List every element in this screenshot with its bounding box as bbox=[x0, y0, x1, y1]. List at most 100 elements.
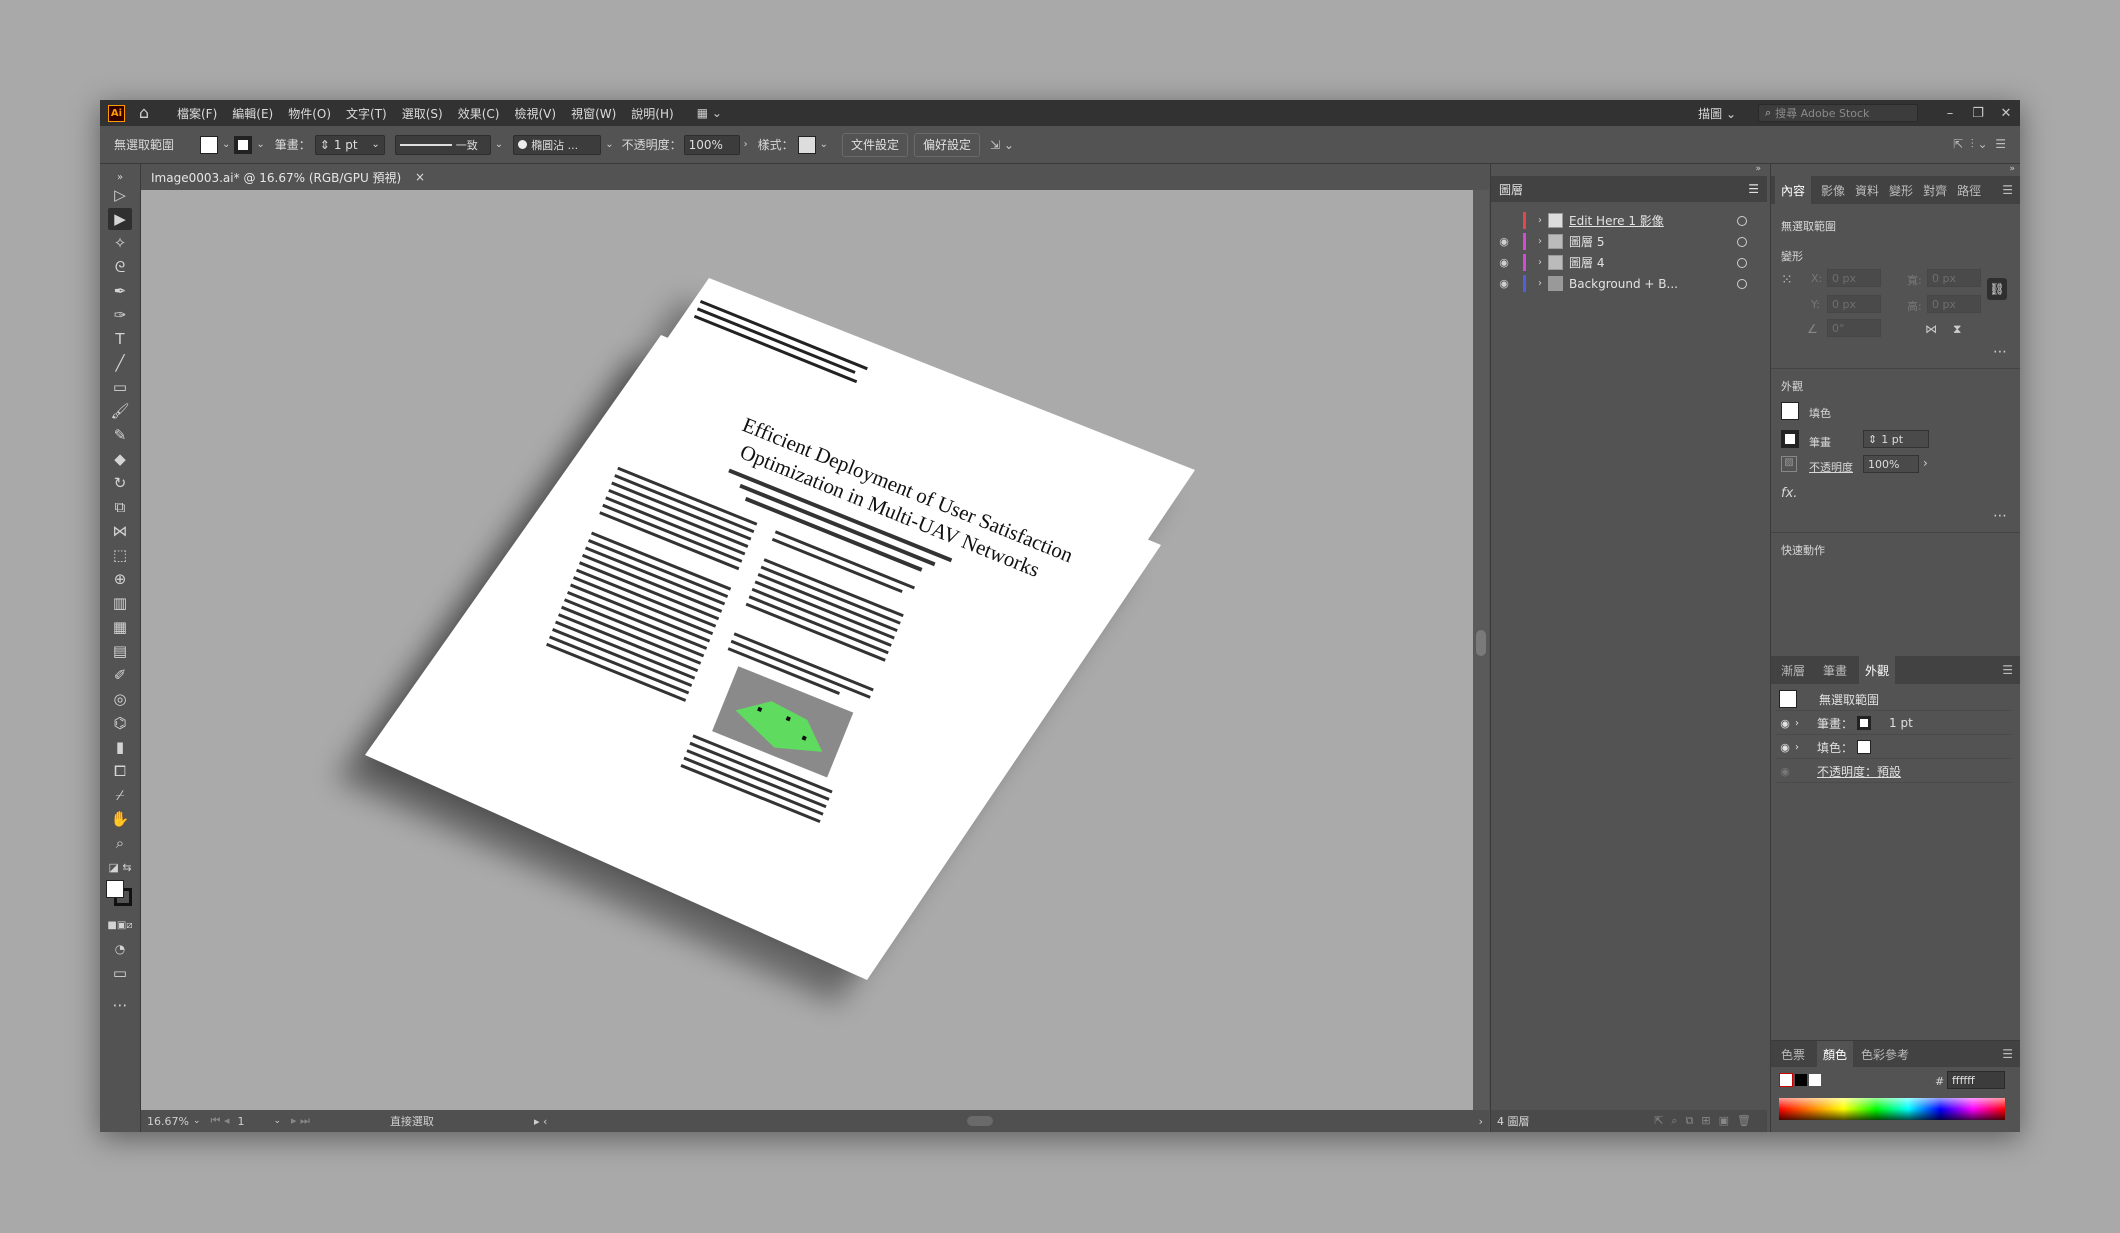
shaper-tool-icon[interactable]: ✎ bbox=[108, 424, 132, 446]
width-tool-icon[interactable]: ⋈ bbox=[108, 520, 132, 542]
magic-wand-icon[interactable]: ✧ bbox=[108, 232, 132, 254]
color-none-gradient-icon[interactable]: ■▣⧄ bbox=[107, 914, 132, 936]
stroke-swatch[interactable] bbox=[1857, 716, 1872, 730]
scale-tool-icon[interactable]: ⧉ bbox=[108, 496, 132, 518]
panel-menu-icon[interactable]: ☰ bbox=[2002, 183, 2013, 197]
black-swatch[interactable] bbox=[1795, 1074, 1807, 1086]
slice-tool-icon[interactable]: ⌿ bbox=[108, 784, 132, 806]
color-spectrum[interactable] bbox=[1779, 1098, 2005, 1120]
canvas[interactable]: Efficient Deployment of User Satisfactio… bbox=[141, 190, 1473, 1110]
tab-image[interactable]: 影像 bbox=[1821, 182, 1845, 199]
tab-appearance[interactable]: 外觀 bbox=[1859, 655, 1896, 685]
appearance-row[interactable]: 無選取範圍 bbox=[1775, 688, 2011, 711]
workspace-switcher[interactable]: 描圖 ⌄ bbox=[1698, 105, 1736, 122]
tab-gradient[interactable]: 漸層 bbox=[1781, 662, 1805, 679]
symbol-sprayer-icon[interactable]: ⌬ bbox=[108, 712, 132, 734]
layer-row[interactable]: ◉ › 圖層 5 bbox=[1491, 231, 1767, 252]
flip-vertical-icon[interactable]: ⧗ bbox=[1953, 322, 1961, 337]
arrange-documents-icon[interactable]: ▦ ⌄ bbox=[697, 106, 722, 120]
width-field[interactable]: 0 px bbox=[1927, 269, 1981, 287]
collapse-icon[interactable]: » bbox=[1491, 164, 1767, 176]
type-tool-icon[interactable]: T bbox=[108, 328, 132, 350]
preferences-button[interactable]: 偏好設定 bbox=[914, 132, 981, 157]
shape-builder-icon[interactable]: ⊕ bbox=[108, 568, 132, 590]
chevron-down-icon[interactable]: ⌄ bbox=[605, 139, 613, 150]
menu-type[interactable]: 文字(T) bbox=[346, 105, 387, 122]
layer-name[interactable]: 圖層 4 bbox=[1569, 254, 1604, 271]
y-field[interactable]: 0 px bbox=[1827, 295, 1881, 313]
fill-stroke-swatch[interactable] bbox=[106, 880, 134, 908]
pen-tool-icon[interactable]: ✒ bbox=[108, 280, 132, 302]
appearance-row[interactable]: ◉ › 填色： bbox=[1775, 736, 2011, 759]
chevron-down-icon[interactable]: ⌄ bbox=[371, 139, 379, 150]
layer-name[interactable]: Edit Here 1 影像 bbox=[1569, 212, 1664, 229]
layer-name[interactable]: Background + B... bbox=[1569, 277, 1678, 291]
opacity-label[interactable]: 不透明度 bbox=[1809, 459, 1853, 475]
tab-swatches[interactable]: 色票 bbox=[1781, 1046, 1805, 1063]
layer-name[interactable]: 圖層 5 bbox=[1569, 233, 1604, 250]
hex-input[interactable]: ffffff bbox=[1947, 1071, 2005, 1089]
style-swatch[interactable] bbox=[797, 135, 816, 154]
draw-mode-icon[interactable]: ◔ bbox=[108, 938, 132, 960]
fx-icon[interactable]: fx. bbox=[1781, 486, 1797, 501]
menu-help[interactable]: 說明(H) bbox=[631, 105, 673, 122]
stroke-swatch[interactable] bbox=[1781, 430, 1799, 448]
menu-file[interactable]: 檔案(F) bbox=[177, 105, 217, 122]
expand-arrow-icon[interactable]: › bbox=[1532, 215, 1548, 226]
stroke-weight-field[interactable]: ⇕ 1 pt ⌄ bbox=[314, 134, 385, 155]
expand-arrow-icon[interactable]: › bbox=[1795, 742, 1811, 753]
chevron-right-icon[interactable]: › bbox=[744, 139, 748, 150]
document-tab[interactable]: Image0003.ai* @ 16.67% (RGB/GPU 預視) × bbox=[141, 164, 433, 190]
tab-transform[interactable]: 變形 bbox=[1889, 182, 1913, 199]
fill-swatch[interactable] bbox=[200, 135, 218, 154]
chevron-down-icon[interactable]: ⌄ bbox=[495, 139, 503, 150]
layer-row[interactable]: › Edit Here 1 影像 bbox=[1491, 210, 1767, 231]
chevron-down-icon[interactable]: ⌄ bbox=[256, 139, 264, 150]
layers-panel-title[interactable]: 圖層 bbox=[1499, 181, 1523, 198]
more-tools-icon[interactable]: ⋯ bbox=[108, 994, 132, 1016]
default-colors-icon[interactable]: ◪ ⇆ bbox=[108, 856, 132, 878]
appearance-row[interactable]: ◉ 不透明度：預設 bbox=[1775, 760, 2011, 783]
layer-row[interactable]: ◉ › Background + B... bbox=[1491, 273, 1767, 294]
select-similar-icon[interactable]: ⇲ ⌄ bbox=[990, 138, 1014, 152]
curvature-tool-icon[interactable]: ✑ bbox=[108, 304, 132, 326]
status-menu-icon[interactable]: ▸ ‹ bbox=[534, 1115, 547, 1128]
perspective-grid-icon[interactable]: ▥ bbox=[108, 592, 132, 614]
stroke-profile-dropdown[interactable]: 一致 bbox=[394, 134, 491, 155]
rectangle-tool-icon[interactable]: ▭ bbox=[108, 376, 132, 398]
appearance-row-value[interactable]: 1 pt bbox=[1889, 716, 1913, 730]
lasso-icon[interactable]: ᘓ bbox=[108, 256, 132, 278]
menu-effect[interactable]: 效果(C) bbox=[458, 105, 500, 122]
column-graph-icon[interactable]: ▮ bbox=[108, 736, 132, 758]
menu-view[interactable]: 檢視(V) bbox=[514, 105, 556, 122]
menu-edit[interactable]: 編輯(E) bbox=[232, 105, 273, 122]
target-icon[interactable] bbox=[1737, 236, 1747, 247]
chevron-right-icon[interactable]: › bbox=[1923, 456, 1928, 470]
stroke-weight-field[interactable]: ⇕ 1 pt bbox=[1863, 430, 1929, 448]
chevron-down-icon[interactable]: ⌄ bbox=[273, 1116, 281, 1126]
direct-selection-tool-icon[interactable]: ▶ bbox=[108, 208, 132, 230]
fill-swatch[interactable] bbox=[1857, 740, 1872, 754]
eye-icon[interactable]: ◉ bbox=[1491, 235, 1517, 248]
chevron-down-icon[interactable]: ⌄ bbox=[820, 139, 828, 150]
appearance-row-label[interactable]: 不透明度：預設 bbox=[1817, 763, 1901, 780]
menu-object[interactable]: 物件(O) bbox=[288, 105, 331, 122]
eye-icon[interactable]: ◉ bbox=[1491, 277, 1517, 290]
x-field[interactable]: 0 px bbox=[1827, 269, 1881, 287]
paintbrush-icon[interactable]: 🖌 bbox=[108, 400, 132, 422]
layer-actions-icons[interactable]: ⇱⌕⧉⊞▣🗑 bbox=[1654, 1114, 1759, 1128]
tab-align[interactable]: 對齊 bbox=[1923, 182, 1947, 199]
stock-search-input[interactable]: ⌕ 搜尋 Adobe Stock bbox=[1758, 104, 1918, 122]
horizontal-scroll-thumb[interactable] bbox=[967, 1116, 994, 1126]
expand-arrow-icon[interactable]: › bbox=[1795, 718, 1811, 729]
home-icon[interactable]: ⌂ bbox=[135, 104, 153, 122]
color-mode-swatches[interactable] bbox=[1779, 1073, 1821, 1087]
stroke-swatch[interactable] bbox=[234, 135, 253, 154]
chevron-down-icon[interactable]: ⌄ bbox=[193, 1116, 201, 1126]
target-icon[interactable] bbox=[1737, 257, 1747, 268]
chevron-down-icon[interactable]: ⌄ bbox=[222, 139, 230, 150]
opacity-label[interactable]: 不透明度： bbox=[622, 136, 682, 153]
zoom-level[interactable]: 16.67% bbox=[147, 1115, 193, 1128]
eye-icon[interactable]: ◉ bbox=[1491, 256, 1517, 269]
vertical-scrollbar[interactable] bbox=[1473, 190, 1489, 1110]
